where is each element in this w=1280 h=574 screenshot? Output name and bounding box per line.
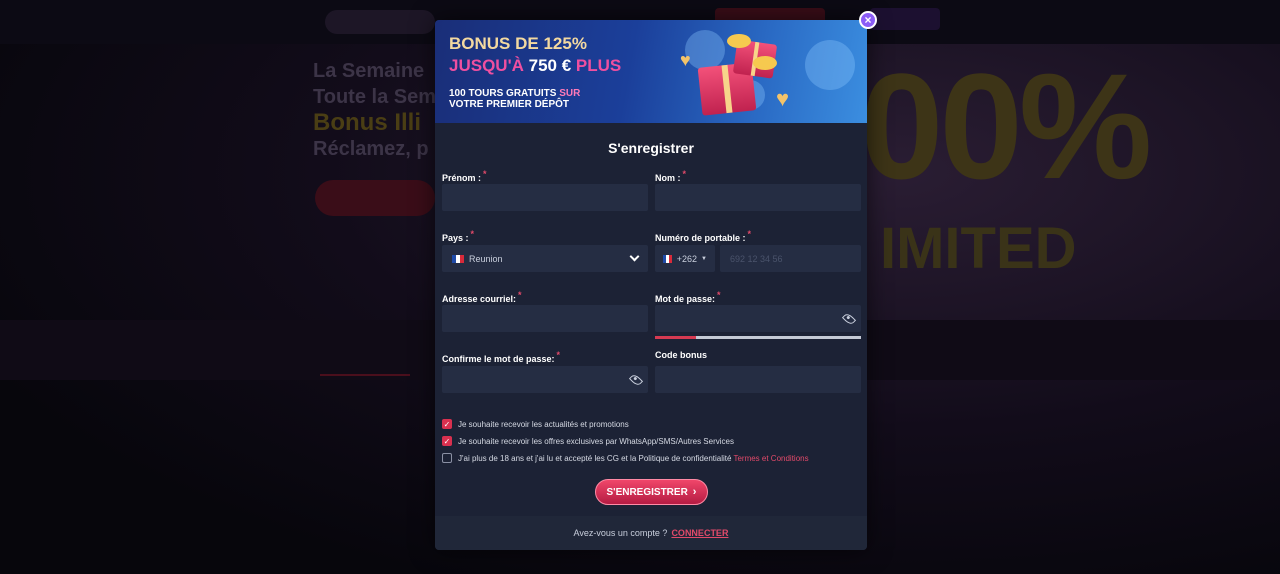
close-icon[interactable]: ×	[859, 11, 877, 29]
banner-sparkle	[685, 30, 725, 70]
banner-on: SUR	[559, 88, 581, 99]
confirm-password-label: Confirme le mot de passe: *	[442, 350, 560, 364]
bonus-code-input[interactable]	[655, 366, 861, 393]
checkbox-checked-icon[interactable]: ✓	[442, 436, 452, 446]
banner-prefix: JUSQU'À	[449, 56, 524, 75]
country-label-text: Pays :	[442, 233, 469, 243]
gift-bow-icon	[727, 34, 751, 48]
newsletter-checkbox-label: Je souhaite recevoir les actualités et p…	[458, 419, 629, 429]
background-header-button-secondary	[870, 8, 940, 30]
newsletter-checkbox-row[interactable]: ✓ Je souhaite recevoir les actualités et…	[442, 419, 629, 429]
required-mark: *	[556, 350, 561, 360]
email-label: Adresse courriel: *	[442, 290, 522, 304]
last-name-input[interactable]	[655, 184, 861, 211]
register-button[interactable]: S'ENREGISTRER ›	[595, 479, 708, 505]
checkbox-unchecked-icon[interactable]	[442, 453, 452, 463]
last-name-label-text: Nom :	[655, 173, 681, 183]
login-prompt: Avez-vous un compte ?	[573, 528, 668, 538]
bonus-code-label: Code bonus	[655, 350, 707, 360]
last-name-label: Nom : *	[655, 169, 686, 183]
phone-country-code-select[interactable]: +262 ▼	[655, 245, 715, 272]
required-mark: *	[717, 290, 721, 300]
phone-number-input[interactable]	[720, 245, 861, 272]
country-select[interactable]: Reunion	[442, 245, 648, 272]
background-hero-line: Toute la Sema	[313, 86, 448, 108]
required-mark: *	[518, 290, 522, 300]
required-mark: *	[747, 229, 752, 239]
first-name-label-text: Prénom :	[442, 173, 482, 183]
required-mark: *	[682, 169, 687, 179]
heart-icon: ♥	[680, 50, 691, 70]
password-input[interactable]	[655, 305, 861, 332]
background-logo	[325, 10, 435, 34]
banner-description: 100 TOURS GRATUITS SUR VOTRE PREMIER DÉP…	[449, 88, 580, 110]
background-hero-line: Réclamez, p	[313, 138, 429, 160]
form-title: S'enregistrer	[608, 140, 694, 156]
password-label: Mot de passe: *	[655, 290, 721, 304]
phone-label-text: Numéro de portable :	[655, 233, 746, 243]
terms-link[interactable]: Termes et Conditions	[733, 454, 808, 463]
login-link[interactable]: CONNECTER	[671, 528, 728, 538]
terms-checkbox-row[interactable]: J'ai plus de 18 ans et j'ai lu et accept…	[442, 453, 809, 463]
confirm-password-input[interactable]	[442, 366, 648, 393]
whatsapp-checkbox-row[interactable]: ✓ Je souhaite recevoir les offres exclus…	[442, 436, 734, 446]
banner-free-spins: 100 TOURS GRATUITS	[449, 88, 557, 99]
gift-bow-icon	[753, 56, 777, 70]
country-selected-value: Reunion	[469, 253, 503, 264]
registration-modal: BONUS DE 125% JUSQU'À 750 € PLUS 100 TOU…	[435, 20, 867, 550]
password-strength-bar	[655, 336, 861, 339]
country-label: Pays : *	[442, 229, 474, 243]
background-promo-big-text: 00%	[860, 42, 1152, 210]
banner-subtitle: JUSQU'À 750 € PLUS	[449, 56, 621, 76]
france-flag-icon	[452, 254, 464, 263]
phone-label: Numéro de portable : *	[655, 229, 751, 243]
banner-suffix: PLUS	[575, 56, 622, 75]
terms-checkbox-label: J'ai plus de 18 ans et j'ai lu et accept…	[458, 453, 732, 463]
background-cta-button	[315, 180, 435, 216]
background-hero-line: Bonus Illi	[313, 109, 421, 136]
first-name-input[interactable]	[442, 184, 648, 211]
banner-sparkle	[805, 40, 855, 90]
required-mark: *	[483, 169, 487, 179]
email-input[interactable]	[442, 305, 648, 332]
required-mark: *	[470, 229, 475, 239]
email-label-text: Adresse courriel:	[442, 294, 517, 304]
background-category-tab	[320, 336, 410, 376]
france-flag-icon	[663, 254, 672, 263]
chevron-down-icon	[629, 251, 640, 262]
heart-icon: ♥	[776, 86, 790, 111]
first-name-label: Prénom : *	[442, 169, 487, 183]
password-strength-fill	[655, 336, 697, 339]
register-button-label: S'ENREGISTRER	[606, 486, 688, 498]
background-promo-limited-text: IMITED	[880, 216, 1077, 281]
background-hero-text: La Semaine Toute la Sema Bonus Illi Récl…	[313, 58, 447, 162]
caret-down-icon: ▼	[701, 255, 707, 262]
whatsapp-checkbox-label: Je souhaite recevoir les offres exclusiv…	[458, 436, 734, 446]
phone-code-value: +262	[676, 253, 698, 264]
chevron-right-icon: ›	[692, 486, 697, 498]
bonus-banner: BONUS DE 125% JUSQU'À 750 € PLUS 100 TOU…	[435, 20, 867, 123]
checkbox-checked-icon[interactable]: ✓	[442, 419, 452, 429]
bonus-code-label-text: Code bonus	[655, 350, 707, 360]
login-footer: Avez-vous un compte ? CONNECTER	[435, 516, 867, 550]
banner-first-deposit: VOTRE PREMIER DÉPÔT	[449, 99, 570, 110]
background-hero-line: La Semaine	[313, 60, 425, 82]
banner-title: BONUS DE 125%	[449, 34, 587, 53]
banner-amount: 750 €	[528, 56, 572, 75]
confirm-password-label-text: Confirme le mot de passe:	[442, 354, 555, 364]
password-label-text: Mot de passe:	[655, 294, 716, 304]
